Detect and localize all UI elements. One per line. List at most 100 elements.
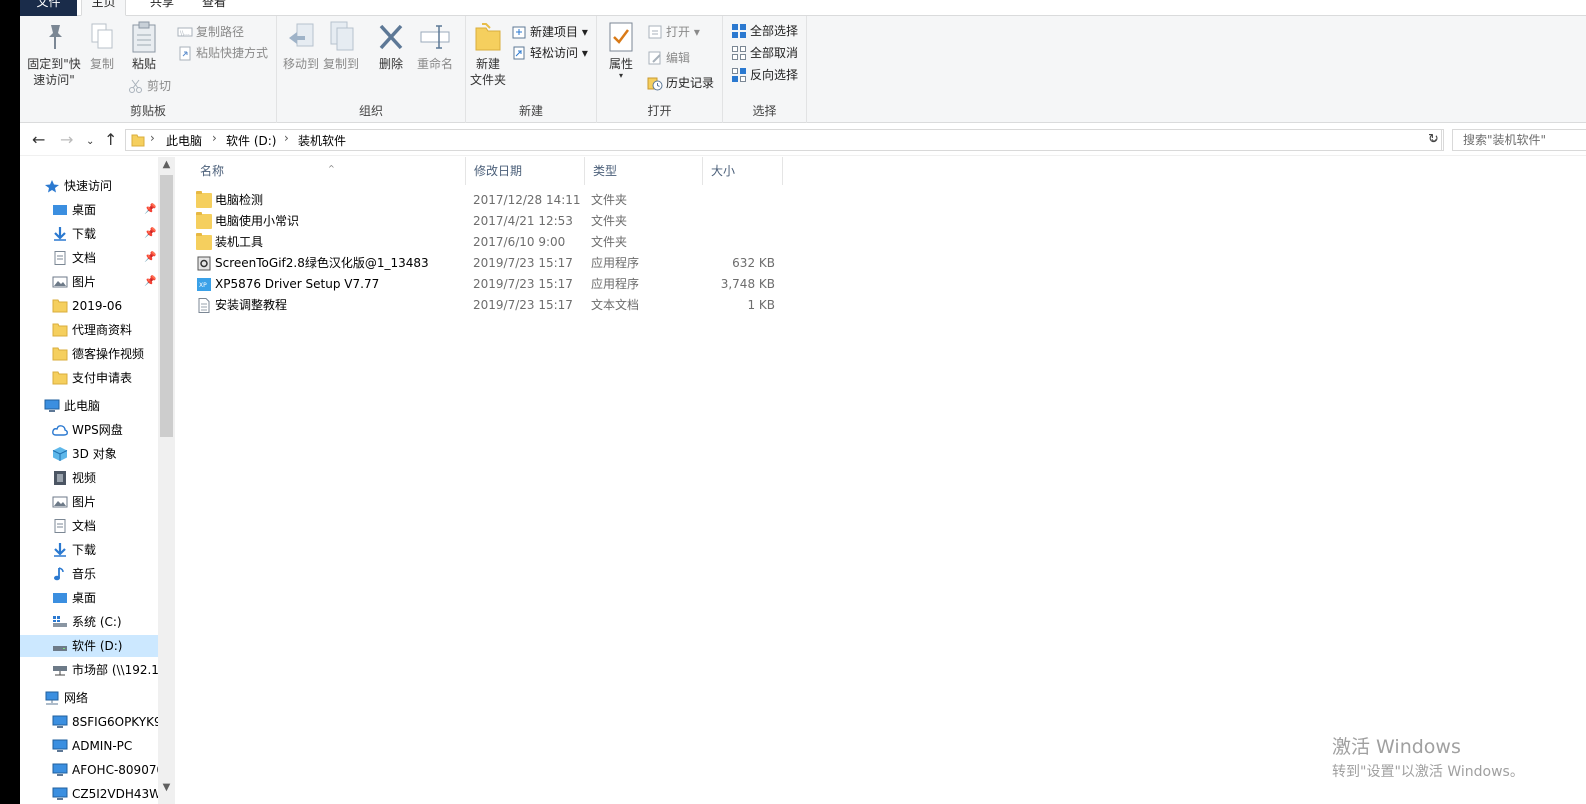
copy-button[interactable]: 复制 bbox=[86, 20, 118, 72]
nav-item-downloads[interactable]: 下载 📌 bbox=[20, 223, 160, 245]
tab-home[interactable]: 主页 bbox=[81, 0, 126, 16]
nav-item-desktop[interactable]: 桌面 bbox=[20, 587, 160, 609]
nav-item-label: 下载 bbox=[72, 227, 97, 241]
nav-item-pictures[interactable]: 图片 📌 bbox=[20, 271, 160, 293]
column-header-type[interactable]: 类型 bbox=[585, 157, 703, 185]
pinned-icon[interactable]: 📌 bbox=[144, 199, 156, 221]
nav-item-network-computer[interactable]: 8SFIG6OPKYK9 bbox=[20, 711, 160, 733]
history-button[interactable]: 历史记录 bbox=[647, 73, 714, 93]
nav-item-label: 桌面 bbox=[72, 203, 97, 217]
up-arrow-icon[interactable]: ↑ bbox=[104, 131, 117, 149]
nav-item-folder[interactable]: 2019-06 bbox=[20, 295, 160, 317]
copy-to-button[interactable]: 复制到 bbox=[323, 20, 359, 72]
document-icon bbox=[54, 519, 66, 533]
scroll-up-arrow-icon[interactable]: ▲ bbox=[158, 159, 175, 170]
nav-item-documents[interactable]: 文档 📌 bbox=[20, 247, 160, 269]
edit-button[interactable]: 编辑 bbox=[647, 48, 690, 68]
nav-item-wps-cloud[interactable]: WPS网盘 bbox=[20, 419, 160, 441]
nav-this-pc[interactable]: 此电脑 bbox=[20, 395, 160, 417]
new-folder-icon bbox=[475, 23, 501, 51]
file-row[interactable]: 安装调整教程 2019/7/23 15:17 文本文档 1 KB bbox=[192, 295, 775, 316]
nav-item-folder[interactable]: 德客操作视频 bbox=[20, 343, 160, 365]
rename-button[interactable]: 重命名 bbox=[415, 20, 455, 72]
invert-selection-button[interactable]: 反向选择 bbox=[731, 65, 798, 85]
properties-button[interactable]: 属性 ▾ bbox=[605, 20, 637, 80]
nav-item-music[interactable]: 音乐 bbox=[20, 563, 160, 585]
nav-network[interactable]: 网络 bbox=[20, 687, 160, 709]
file-row[interactable]: 电脑检测 2017/12/28 14:11 文件夹 bbox=[192, 190, 762, 211]
pin-quick-access-button[interactable]: 固定到"快速访问" bbox=[26, 20, 82, 88]
nav-item-label: 图片 bbox=[72, 495, 97, 509]
nav-item-drive-c[interactable]: 系统 (C:) bbox=[20, 611, 160, 633]
paste-button[interactable]: 粘贴 bbox=[128, 20, 160, 72]
file-row[interactable]: 装机工具 2017/6/10 9:00 文件夹 bbox=[192, 232, 762, 253]
recent-locations-chevron-icon[interactable]: ⌄ bbox=[86, 133, 94, 151]
column-header-date[interactable]: 修改日期 bbox=[466, 157, 585, 185]
navigation-pane-scrollbar[interactable]: ▲ ▼ bbox=[158, 157, 175, 804]
file-row[interactable]: XP XP5876 Driver Setup V7.77 2019/7/23 1… bbox=[192, 274, 775, 295]
ribbon-collapse-chevron-icon[interactable]: ⌃ bbox=[1572, 0, 1582, 8]
clipboard-paste-icon bbox=[132, 21, 156, 53]
nav-item-network-computer[interactable]: ADMIN-PC bbox=[20, 735, 160, 757]
video-film-icon bbox=[54, 471, 66, 485]
tab-share[interactable]: 共享 bbox=[140, 0, 184, 16]
paste-shortcut-button[interactable]: 粘贴快捷方式 bbox=[177, 43, 268, 63]
scrollbar-thumb[interactable] bbox=[160, 175, 173, 437]
select-none-button[interactable]: 全部取消 bbox=[731, 43, 798, 63]
breadcrumb-current-folder[interactable]: 装机软件 bbox=[298, 132, 346, 149]
refresh-icon[interactable]: ↻ bbox=[1424, 129, 1444, 151]
cut-button[interactable]: 剪切 bbox=[128, 76, 171, 96]
nav-item-desktop[interactable]: 桌面 📌 bbox=[20, 199, 160, 221]
nav-item-label: 软件 (D:) bbox=[72, 639, 123, 653]
tab-view[interactable]: 查看 bbox=[192, 0, 236, 16]
column-header-name-label: 名称 bbox=[200, 164, 225, 178]
copy-path-button[interactable]: \\... 复制路径 bbox=[177, 22, 244, 42]
nav-item-network-computer[interactable]: CZ5I2VDH43W bbox=[20, 783, 160, 804]
open-dropdown[interactable]: 打开 ▾ bbox=[647, 22, 700, 42]
open-label: 打开 bbox=[666, 25, 691, 39]
file-row[interactable]: ScreenToGif2.8绿色汉化版@1_13483 2019/7/23 15… bbox=[192, 253, 775, 274]
nav-item-pictures[interactable]: 图片 bbox=[20, 491, 160, 513]
new-group-label: 新建 bbox=[518, 104, 543, 118]
pinned-icon[interactable]: 📌 bbox=[144, 271, 156, 293]
easy-access-dropdown[interactable]: 轻松访问 ▾ bbox=[511, 43, 588, 63]
tab-file[interactable]: 文件 bbox=[20, 0, 77, 16]
column-header-name[interactable]: 名称 ^ bbox=[192, 157, 466, 185]
edit-pencil-icon bbox=[648, 51, 661, 64]
nav-item-label: 文档 bbox=[72, 519, 97, 533]
pinned-icon[interactable]: 📌 bbox=[144, 247, 156, 269]
nav-item-folder[interactable]: 支付申请表 bbox=[20, 367, 160, 389]
network-icon bbox=[45, 691, 59, 705]
select-none-label: 全部取消 bbox=[750, 46, 799, 60]
nav-item-downloads[interactable]: 下载 bbox=[20, 539, 160, 561]
new-item-dropdown[interactable]: 新建项目 ▾ bbox=[511, 22, 588, 42]
column-header-size[interactable]: 大小 bbox=[703, 157, 783, 185]
move-to-label: 移动到 bbox=[283, 57, 320, 71]
nav-quick-access[interactable]: 快速访问 bbox=[20, 175, 160, 197]
back-arrow-icon[interactable]: ← bbox=[32, 131, 45, 149]
delete-button[interactable]: 删除 bbox=[375, 20, 407, 72]
nav-item-network-drive[interactable]: 市场部 (\\192.1( bbox=[20, 659, 160, 681]
nav-item-drive-d[interactable]: 软件 (D:) bbox=[20, 635, 158, 657]
breadcrumb-separator-icon[interactable]: › bbox=[150, 131, 155, 145]
file-row[interactable]: 电脑使用小常识 2017/4/21 12:53 文件夹 bbox=[192, 211, 762, 232]
select-all-button[interactable]: 全部选择 bbox=[731, 21, 798, 41]
breadcrumb-separator-icon[interactable]: › bbox=[284, 131, 289, 145]
pinned-icon[interactable]: 📌 bbox=[144, 223, 156, 245]
nav-item-videos[interactable]: 视频 bbox=[20, 467, 160, 489]
nav-item-3d-objects[interactable]: 3D 对象 bbox=[20, 443, 160, 465]
breadcrumb-separator-icon[interactable]: › bbox=[212, 131, 217, 145]
new-folder-button[interactable]: 新建 文件夹 bbox=[468, 20, 508, 88]
properties-label: 属性 bbox=[608, 57, 633, 71]
search-input[interactable]: 搜索"装机软件" bbox=[1452, 129, 1586, 151]
breadcrumb-this-pc[interactable]: 此电脑 bbox=[166, 132, 202, 149]
scroll-down-arrow-icon[interactable]: ▼ bbox=[158, 782, 175, 793]
file-size: 3,748 KB bbox=[720, 277, 775, 291]
forward-arrow-icon[interactable]: → bbox=[60, 131, 73, 149]
move-to-button[interactable]: 移动到 bbox=[283, 20, 319, 72]
breadcrumb-drive-d[interactable]: 软件 (D:) bbox=[226, 132, 276, 149]
nav-item-network-computer[interactable]: AFOHC-809070 bbox=[20, 759, 160, 781]
nav-item-folder[interactable]: 代理商资料 bbox=[20, 319, 160, 341]
address-bar[interactable]: › 此电脑 › 软件 (D:) › 装机软件 ⌄ bbox=[125, 129, 1442, 151]
nav-item-documents[interactable]: 文档 bbox=[20, 515, 160, 537]
